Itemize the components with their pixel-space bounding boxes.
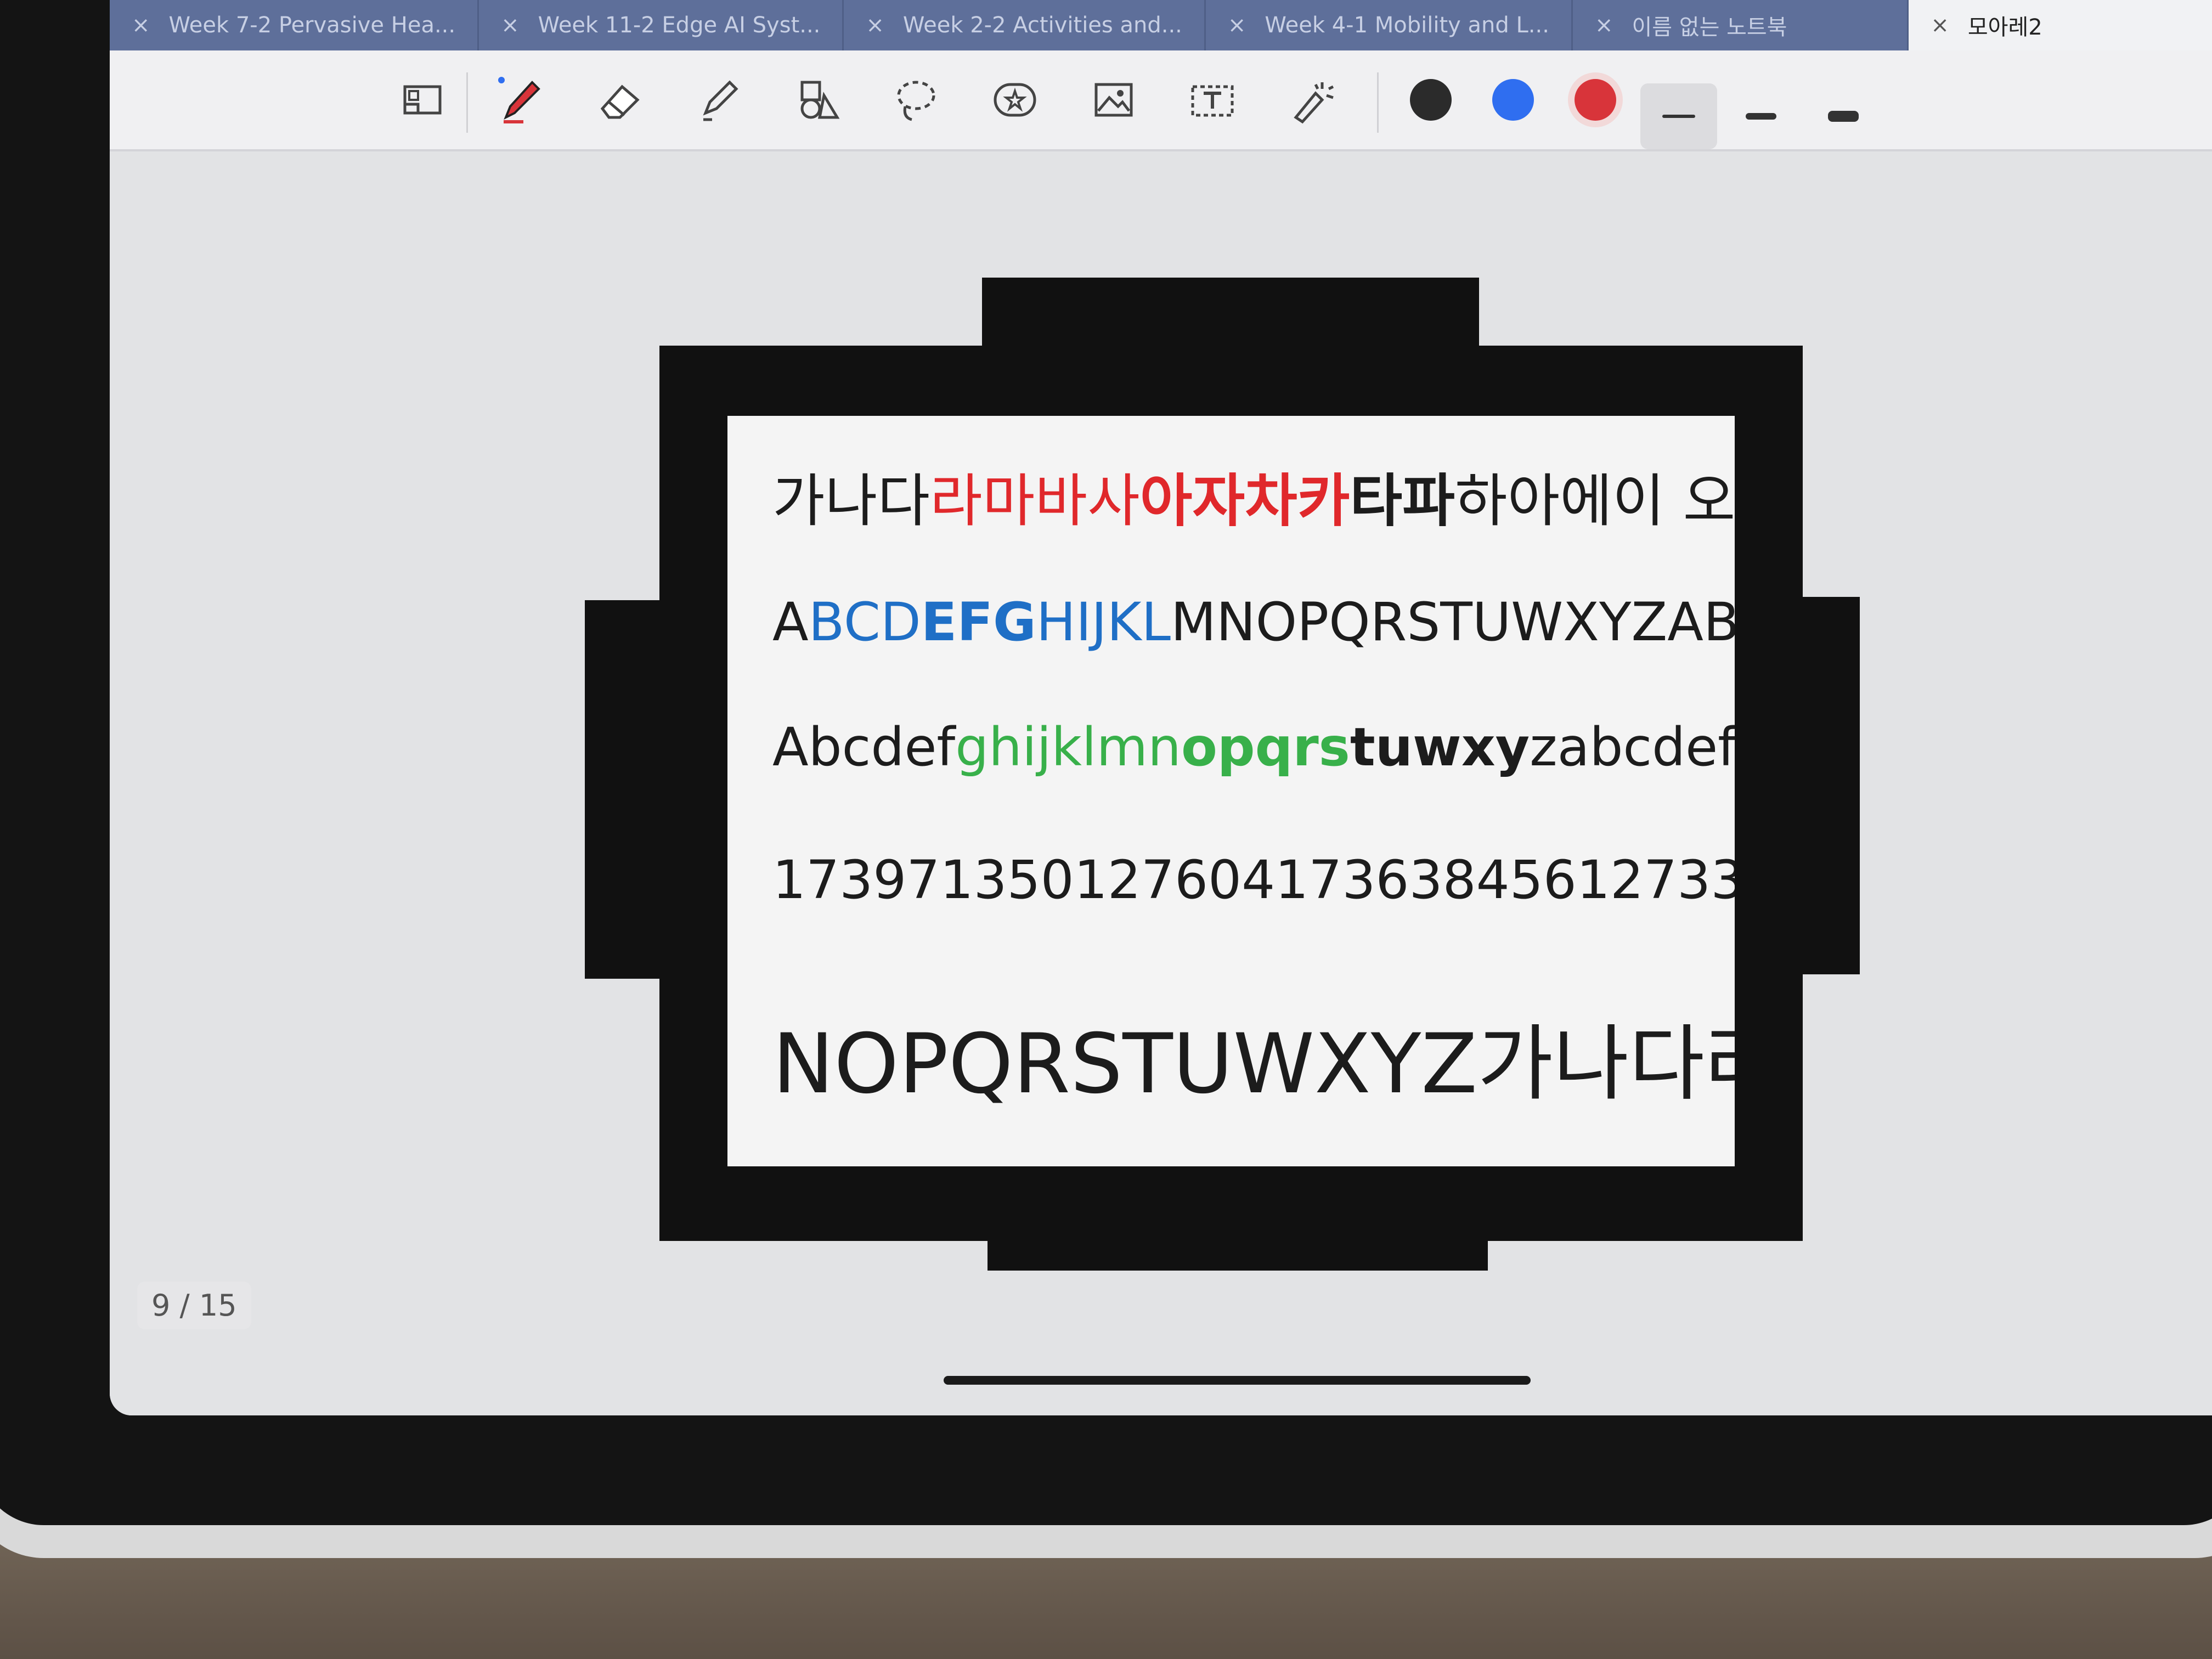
text-sample-card: 가나다라마바사아자차카타파하아에이 오 ABCDEFGHIJKLMNOPQRST…: [727, 416, 1735, 1166]
text-segment-blue-bold: EFG: [921, 591, 1036, 653]
laser-pointer-icon[interactable]: [1284, 72, 1339, 127]
text-segment: Abcdef: [772, 716, 956, 778]
close-tab-icon[interactable]: ×: [132, 13, 150, 38]
tab-week-4-1[interactable]: × Week 4-1 Mobility and L...: [1206, 0, 1573, 50]
close-tab-icon[interactable]: ×: [501, 13, 520, 38]
frame-right-tab: [1778, 597, 1860, 974]
close-tab-icon[interactable]: ×: [1595, 13, 1613, 38]
sticker-icon[interactable]: [988, 72, 1042, 127]
text-segment-red-bold: 아자차카: [1139, 467, 1350, 534]
tab-untitled-notebook[interactable]: × 이름 없는 노트북: [1573, 0, 1909, 50]
uppercase-line: ABCDEFGHIJKLMNOPQRSTUWXYZAB CD: [772, 591, 1735, 653]
stroke-width-thick[interactable]: [1805, 83, 1882, 149]
korean-line: 가나다라마바사아자차카타파하아에이 오: [772, 454, 1735, 537]
tab-week-11-2[interactable]: × Week 11-2 Edge AI Syst...: [479, 0, 844, 50]
tab-label: 이름 없는 노트북: [1632, 15, 1787, 40]
text-segment: A: [772, 591, 809, 653]
toolbar-divider: [466, 72, 468, 133]
shapes-icon[interactable]: [790, 72, 845, 127]
eraser-icon[interactable]: [592, 72, 647, 127]
color-swatch-blue[interactable]: [1492, 79, 1534, 121]
note-page-canvas[interactable]: 가나다라마바사아자차카타파하아에이 오 ABCDEFGHIJKLMNOPQRST…: [110, 151, 2212, 1415]
large-mixed-line: NOPQRSTUWXYZ가나다라: [772, 1017, 1735, 1112]
color-swatch-black[interactable]: [1410, 79, 1452, 121]
frame-left-tab: [585, 600, 684, 979]
page-counter: 9 / 15: [137, 1282, 251, 1329]
toolbar-divider: [1377, 72, 1379, 133]
text-box-icon[interactable]: [1185, 72, 1240, 127]
text-segment-green: ghijklmn: [955, 716, 1181, 778]
close-tab-icon[interactable]: ×: [1931, 13, 1949, 38]
tab-label: Week 11-2 Edge AI Syst...: [538, 13, 821, 38]
text-segment-blue: HIJKL: [1036, 591, 1171, 653]
pen-icon[interactable]: [494, 72, 549, 127]
tab-bar: × Week 7-2 Pervasive Hea... × Week 11-2 …: [110, 0, 2212, 50]
tab-week-2-2[interactable]: × Week 2-2 Activities and...: [844, 0, 1206, 50]
tab-week-7-2[interactable]: × Week 7-2 Pervasive Hea...: [110, 0, 479, 50]
tab-label: 모아레2: [1967, 15, 2042, 40]
digits-line: 17397135012760417363845612733748 1: [772, 849, 1735, 911]
lasso-icon[interactable]: [889, 72, 944, 127]
close-tab-icon[interactable]: ×: [1228, 13, 1246, 38]
home-indicator[interactable]: [944, 1376, 1531, 1385]
tab-label: Week 4-1 Mobility and L...: [1265, 13, 1549, 38]
text-segment-bold: tuwxy: [1350, 716, 1530, 778]
tablet-screen: × Week 7-2 Pervasive Hea... × Week 11-2 …: [110, 0, 2212, 1415]
stroke-width-thin[interactable]: [1640, 83, 1717, 149]
text-segment: MNOPQRSTUWXYZAB CD: [1171, 591, 1735, 653]
text-segment: 하아에이 오: [1454, 467, 1735, 534]
image-icon[interactable]: [1086, 72, 1141, 127]
stroke-width-medium[interactable]: [1723, 83, 1799, 149]
tab-label: Week 2-2 Activities and...: [902, 13, 1182, 38]
tab-label: Week 7-2 Pervasive Hea...: [168, 13, 456, 38]
text-segment-blue: BCD: [808, 591, 921, 653]
page-layout-icon[interactable]: [395, 72, 450, 127]
annotation-toolbar: [110, 50, 2212, 151]
text-segment-green-bold: opqrs: [1181, 716, 1350, 778]
text-segment-red: 라마바사: [930, 467, 1140, 534]
lowercase-line: Abcdefghijklmnopqrstuwxyzabcdefgh ijk: [772, 716, 1735, 778]
color-swatch-red[interactable]: [1575, 79, 1616, 121]
text-segment: zabcdefgh ijk: [1530, 716, 1735, 778]
tab-moire2[interactable]: × 모아레2: [1909, 0, 2212, 50]
highlighter-icon[interactable]: [691, 72, 746, 127]
text-segment: 가나다: [772, 467, 930, 534]
text-segment-bold: 타파: [1350, 467, 1455, 534]
close-tab-icon[interactable]: ×: [866, 13, 884, 38]
